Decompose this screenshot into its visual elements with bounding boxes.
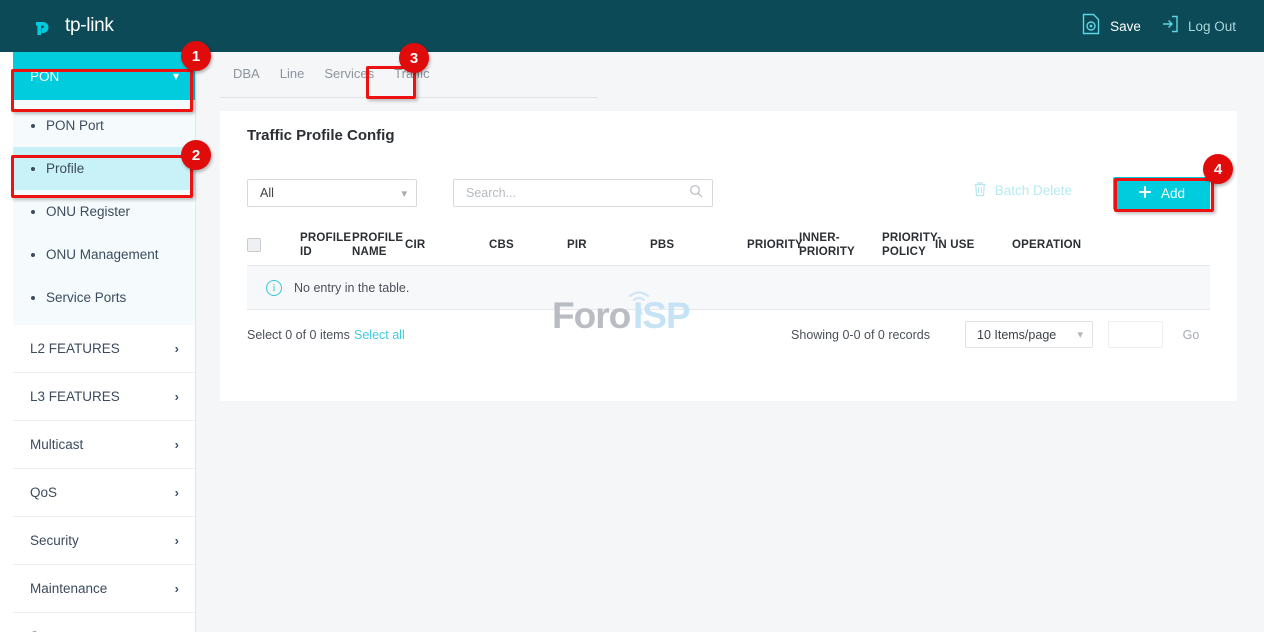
logout-button[interactable]: Log Out [1159,14,1236,39]
selection-count: Select 0 of 0 items [247,328,350,342]
batch-delete-button[interactable]: Batch Delete [973,181,1072,200]
column-cbs: CBS [489,238,567,252]
sidebar-item-onu-management-label: ONU Management [46,247,159,262]
select-all-checkbox[interactable] [247,238,261,252]
go-button[interactable]: Go [1172,321,1210,348]
sidebar-group-multicast[interactable]: Multicast › [13,421,195,469]
sidebar-group-multicast-label: Multicast [30,437,83,452]
sidebar-group-l3-features-label: L3 FEATURES [30,389,120,404]
table-empty-row: i No entry in the table. [247,266,1210,310]
select-all-checkbox-cell [247,238,300,252]
sidebar-group-system[interactable]: System › [13,613,195,632]
sidebar-group-security-label: Security [30,533,79,548]
sidebar-item-onu-register[interactable]: ONU Register [13,190,195,233]
save-button[interactable]: Save [1081,13,1141,40]
page-size-value: 10 Items/page [977,328,1056,342]
annotation-number-1: 1 [181,41,211,71]
page-size-select[interactable]: 10 Items/page ▾ [965,321,1093,348]
sidebar-item-profile-label: Profile [46,161,84,176]
save-label: Save [1110,19,1141,34]
column-operation: OPERATION [1012,238,1107,252]
annotation-number-2: 2 [181,140,211,170]
sidebar-group-l2-features[interactable]: L2 FEATURES › [13,325,195,373]
tp-link-logo-icon [32,13,58,39]
info-circle-icon: i [266,280,282,296]
sidebar-item-service-ports-label: Service Ports [46,290,126,305]
save-gear-document-icon [1081,13,1101,40]
showing-records: Showing 0-0 of 0 records [791,328,930,342]
sidebar-item-profile[interactable]: Profile [13,147,195,190]
sidebar-item-pon-port-label: PON Port [46,118,104,133]
bullet-icon [31,124,35,128]
table-header-row: PROFILE ID PROFILE NAME CIR CBS PIR PBS … [247,224,1210,266]
logout-label: Log Out [1188,19,1236,34]
tab-services[interactable]: Services [314,66,384,90]
column-pbs: PBS [650,238,747,252]
sidebar-group-qos[interactable]: QoS › [13,469,195,517]
chevron-down-icon: ▾ [1077,328,1083,341]
tp-link-logo: tp-link [32,13,114,39]
sidebar-item-pon-port[interactable]: PON Port [13,104,195,147]
chevron-down-icon: ▾ [173,69,179,83]
bullet-icon [31,296,35,300]
column-in-use: IN USE [935,238,1012,252]
chevron-right-icon: › [175,533,179,548]
sidebar-group-qos-label: QoS [30,485,57,500]
column-priority: PRIORITY [747,238,799,252]
chevron-down-icon: ▾ [401,187,407,200]
chevron-right-icon: › [175,437,179,452]
filter-select[interactable]: All ▾ [247,179,417,207]
table-footer: Select 0 of 0 items Select all Showing 0… [247,321,1210,355]
empty-message: No entry in the table. [294,281,409,295]
column-cir: CIR [405,238,489,252]
sidebar-group-pon-label: PON [30,69,59,84]
column-inner-priority: INNER-PRIORITY [799,231,882,259]
column-priority-policy: PRIORITY-POLICY [882,231,935,259]
chevron-right-icon: › [175,485,179,500]
sidebar-group-l2-features-label: L2 FEATURES [30,341,120,356]
annotation-number-4: 4 [1203,154,1233,184]
traffic-profile-table: PROFILE ID PROFILE NAME CIR CBS PIR PBS … [247,224,1210,310]
bullet-icon [31,210,35,214]
sidebar-item-onu-management[interactable]: ONU Management [13,233,195,276]
trash-icon [973,181,987,200]
bullet-icon [31,167,35,171]
select-all-link[interactable]: Select all [354,328,405,342]
chevron-right-icon: › [175,581,179,596]
tab-line[interactable]: Line [270,66,315,90]
search-input[interactable] [454,185,669,201]
add-button[interactable]: Add [1113,177,1210,210]
sidebar-group-security[interactable]: Security › [13,517,195,565]
sidebar-left-strip [0,52,13,632]
search-icon[interactable] [689,184,703,203]
sidebar-submenu-pon: PON Port Profile ONU Register ONU Manage… [13,100,195,325]
sidebar-item-service-ports[interactable]: Service Ports [13,276,195,319]
sidebar-item-onu-register-label: ONU Register [46,204,130,219]
tp-link-wordmark: tp-link [65,15,114,37]
sidebar: PON ▾ PON Port Profile ONU Register ONU … [0,52,196,632]
bullet-icon [31,253,35,257]
chevron-right-icon: › [175,389,179,404]
column-profile-name: PROFILE NAME [352,231,405,259]
sidebar-group-maintenance[interactable]: Maintenance › [13,565,195,613]
column-profile-id: PROFILE ID [300,231,352,259]
plus-icon [1138,185,1152,202]
column-pir: PIR [567,238,650,252]
filter-select-value: All [260,186,274,200]
table-toolbar: All ▾ Batch Delete [247,179,1210,209]
sidebar-group-pon[interactable]: PON ▾ [13,52,195,100]
traffic-profile-card: Traffic Profile Config All ▾ Batch D [220,111,1237,401]
annotation-number-3: 3 [399,43,429,73]
add-label: Add [1161,186,1185,201]
page-title: Traffic Profile Config [247,127,395,144]
batch-delete-label: Batch Delete [995,183,1072,198]
tab-dba[interactable]: DBA [220,66,270,90]
sidebar-group-l3-features[interactable]: L3 FEATURES › [13,373,195,421]
page-number-input[interactable] [1108,321,1163,348]
search-box[interactable] [453,179,713,207]
chevron-right-icon: › [175,341,179,356]
sidebar-group-maintenance-label: Maintenance [30,581,107,596]
logout-arrow-icon [1159,14,1179,39]
